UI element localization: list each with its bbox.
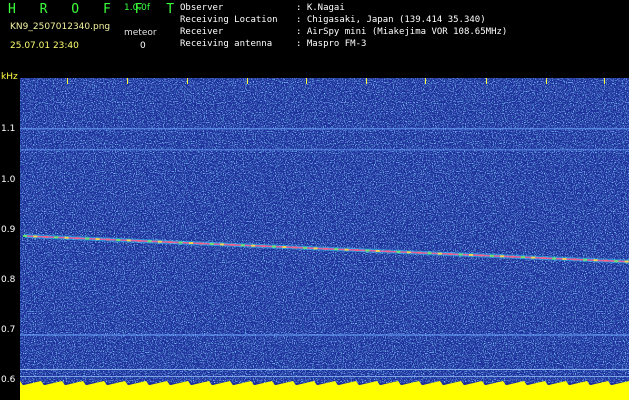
x-tick-mark [127, 78, 128, 84]
reference-line [20, 376, 629, 377]
y-tick-label: 0.9 [1, 225, 16, 235]
signal-trace-speckle [261, 245, 266, 248]
x-tick-mark [306, 78, 307, 84]
signal-trace-speckle [105, 238, 110, 241]
signal-trace-speckle [323, 247, 328, 250]
signal-trace-speckle [531, 256, 536, 259]
signal-trace-speckle [157, 240, 162, 243]
signal-trace-speckle [85, 237, 90, 240]
signal-trace-speckle [178, 241, 183, 244]
signal-trace-speckle [116, 238, 121, 241]
signal-trace-speckle [240, 244, 245, 247]
x-tick-mark [187, 78, 188, 84]
carrier-line [20, 128, 629, 130]
signal-trace-speckle [583, 258, 588, 261]
station-info: Observer: K.Nagai Receiving Location: Ch… [180, 2, 507, 50]
meteor-label: meteor [124, 28, 157, 38]
signal-trace-speckle [572, 258, 577, 261]
x-tick-mark [486, 78, 487, 84]
info-row-observer: Observer: K.Nagai [180, 3, 345, 13]
signal-trace-speckle [614, 260, 619, 263]
carrier-line [20, 334, 629, 336]
signal-trace-speckle [541, 257, 546, 260]
filename-label: KN9_2507012340.png [10, 22, 111, 32]
timestamp-label: 25.07.01 23:40 [10, 41, 79, 51]
signal-trace-speckle [230, 243, 235, 246]
signal-trace-speckle [54, 236, 59, 239]
signal-trace-speckle [500, 255, 505, 258]
signal-trace-speckle [282, 246, 287, 249]
signal-trace-speckle [510, 255, 515, 258]
info-row-location: Receiving Location: Chigasaki, Japan (13… [180, 15, 486, 25]
info-row-receiver: Receiver: AirSpy mini (Miakejima VOR 108… [180, 27, 508, 37]
signal-trace-speckle [437, 252, 442, 255]
signal-trace-speckle [624, 260, 629, 263]
y-tick-label: 1.0 [1, 175, 16, 185]
signal-trace-speckle [603, 259, 608, 262]
signal-trace-speckle [334, 248, 339, 251]
x-tick-mark [604, 78, 605, 84]
signal-trace-speckle [23, 235, 27, 237]
x-tick-mark [67, 78, 68, 84]
x-tick-mark [366, 78, 367, 84]
signal-trace-speckle [406, 251, 411, 254]
signal-trace-speckle [489, 254, 494, 257]
signal-trace-speckle [344, 248, 349, 251]
signal-trace-speckle [271, 245, 276, 248]
spectrogram-plot [20, 78, 629, 400]
noise-field-sparse [20, 78, 629, 383]
signal-trace-speckle [168, 241, 173, 244]
signal-trace-speckle [417, 251, 422, 254]
version-label: 1.0.0f [124, 3, 151, 13]
signal-trace-speckle [520, 256, 525, 259]
y-axis-unit: kHz [1, 72, 18, 82]
signal-trace-speckle [303, 246, 308, 249]
signal-trace-speckle [126, 239, 131, 242]
signal-trace-speckle [386, 250, 391, 253]
signal-trace-speckle [209, 242, 214, 245]
meteor-count: 0 [140, 41, 146, 51]
signal-trace-speckle [375, 249, 380, 252]
signal-trace-speckle [354, 249, 359, 252]
signal-trace-speckle [199, 242, 204, 245]
signal-trace-speckle [251, 244, 256, 247]
signal-trace-speckle [365, 249, 370, 252]
signal-trace-speckle [220, 243, 225, 246]
signal-trace-speckle [448, 253, 453, 256]
signal-trace-speckle [188, 242, 193, 245]
signal-trace-speckle [552, 257, 557, 260]
signal-trace-speckle [479, 254, 484, 257]
signal-trace-speckle [95, 238, 100, 241]
y-tick-label: 1.1 [1, 124, 16, 134]
signal-trace-speckle [427, 252, 432, 255]
reference-line [20, 369, 629, 370]
signal-trace-speckle [43, 235, 48, 238]
header-panel: H R O F F T 1.0.0f KN9_2507012340.png me… [0, 0, 629, 78]
y-tick-label: 0.8 [1, 275, 16, 285]
signal-trace-speckle [292, 246, 297, 249]
signal-trace-speckle [64, 236, 69, 239]
x-tick-mark [425, 78, 426, 84]
y-tick-label: 0.7 [1, 325, 16, 335]
signal-trace-speckle [562, 257, 567, 260]
y-tick-label: 0.6 [1, 375, 16, 385]
carrier-line [20, 149, 629, 151]
signal-trace-speckle [396, 250, 401, 253]
signal-trace-speckle [33, 235, 38, 238]
info-row-antenna: Receiving antenna: Maspro FM-3 [180, 39, 367, 49]
signal-trace-speckle [593, 259, 598, 262]
signal-trace-speckle [458, 253, 463, 256]
signal-trace-speckle [313, 247, 318, 250]
signal-trace-speckle [137, 239, 142, 242]
signal-trace-speckle [74, 237, 79, 240]
x-tick-mark [546, 78, 547, 84]
x-tick-mark [247, 78, 248, 84]
signal-trace-speckle [469, 253, 474, 256]
signal-trace-speckle [147, 240, 152, 243]
app-logo: H R O F F T [8, 2, 183, 17]
